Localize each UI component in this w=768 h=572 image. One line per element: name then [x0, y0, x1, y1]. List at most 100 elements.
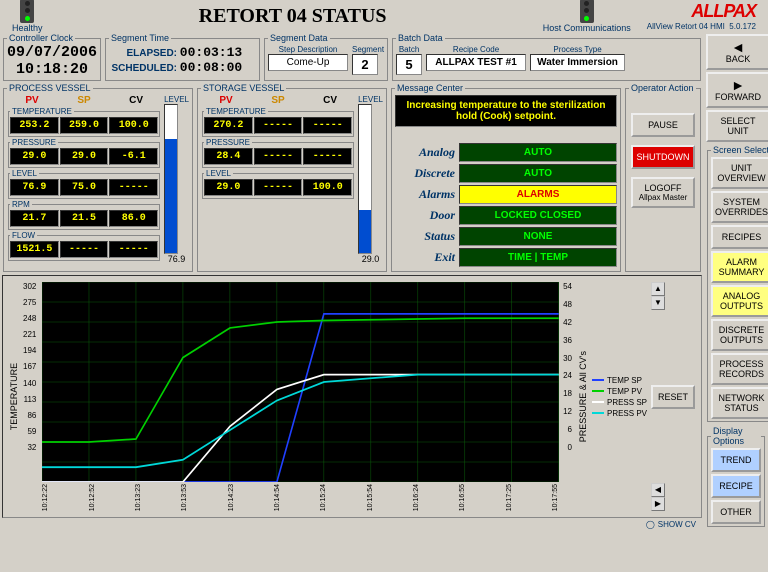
sp-cell: ----- — [254, 179, 303, 196]
scheduled-label: SCHEDULED: — [109, 63, 177, 74]
segtime-legend: Segment Time — [109, 33, 171, 43]
cv-header: CV — [111, 95, 161, 106]
status-value[interactable]: NONE — [459, 227, 617, 246]
status-value[interactable]: LOCKED CLOSED — [459, 206, 617, 225]
back-arrow-icon: ◄ — [731, 40, 745, 54]
chart-left-button[interactable]: ◀ — [651, 483, 665, 497]
recipe-label: Recipe Code — [426, 45, 526, 54]
reset-button[interactable]: RESET — [651, 385, 695, 409]
display-legend: Display Options — [711, 426, 761, 446]
segdata-legend: Segment Data — [268, 33, 330, 43]
hostcomm-indicator — [580, 0, 594, 23]
pv-cell: 21.7 — [10, 210, 59, 227]
screen-process-records[interactable]: PROCESS RECORDS — [711, 353, 768, 385]
sp-cell: 21.5 — [60, 210, 109, 227]
ylabel-right: PRESSURE & All CV's — [578, 282, 588, 511]
status-label: Alarms — [395, 187, 455, 202]
pv-cell: 270.2 — [204, 117, 253, 134]
pv-cell: 28.4 — [204, 148, 253, 165]
status-value[interactable]: ALARMS — [459, 185, 617, 204]
pause-button[interactable]: PAUSE — [631, 113, 695, 137]
cv-cell: ----- — [109, 179, 158, 196]
show-cv-radio[interactable]: ◯ — [646, 520, 655, 529]
msgcenter-legend: Message Center — [395, 83, 465, 93]
status-label: Analog — [395, 145, 455, 160]
show-cv-label: SHOW CV — [658, 520, 696, 529]
chart-right-button[interactable]: ▶ — [651, 497, 665, 511]
screen-discrete-outputs[interactable]: DISCRETE OUTPUTS — [711, 319, 768, 351]
segment-value: 2 — [352, 54, 378, 75]
elapsed-label: ELAPSED: — [109, 48, 177, 59]
segment-label: Segment — [352, 45, 384, 54]
logo: ALLPAX — [691, 1, 756, 22]
logoff-button[interactable]: LOGOFFAllpax Master — [631, 177, 695, 208]
recipe-value: ALLPAX TEST #1 — [426, 54, 526, 71]
scheduled-value: 00:08:00 — [180, 60, 242, 75]
clock-time: 10:18:20 — [7, 62, 97, 79]
ptype-value: Water Immersion — [530, 54, 625, 71]
batch-value: 5 — [396, 54, 422, 75]
sp-cell: 259.0 — [60, 117, 109, 134]
status-label: Status — [395, 229, 455, 244]
batch-label: Batch — [396, 45, 422, 54]
legend-item: PRESS PV — [592, 409, 647, 418]
status-value[interactable]: AUTO — [459, 143, 617, 162]
pv-cell: 29.0 — [10, 148, 59, 165]
svessel-level-bar — [358, 104, 372, 254]
pvessel-legend: PROCESS VESSEL — [7, 83, 93, 93]
sp-cell: ----- — [60, 241, 109, 258]
screen-unit-overview[interactable]: UNIT OVERVIEW — [711, 157, 768, 189]
product-label: AllView Retort 04 HMI — [647, 22, 725, 31]
sp-cell: 29.0 — [60, 148, 109, 165]
screen-network-status[interactable]: NETWORK STATUS — [711, 387, 768, 419]
select-unit-button[interactable]: SELECT UNIT — [706, 110, 768, 142]
pvessel-level-bar — [164, 104, 178, 254]
status-value[interactable]: AUTO — [459, 164, 617, 183]
back-button[interactable]: ◄BACK — [706, 34, 768, 70]
forward-arrow-icon: ► — [731, 78, 745, 92]
sp-header: SP — [59, 95, 109, 106]
shutdown-button[interactable]: SHUTDOWN — [631, 145, 695, 169]
screens-legend: Screen Select — [711, 145, 768, 155]
pvessel-level-val: 76.9 — [164, 254, 189, 264]
status-label: Door — [395, 208, 455, 223]
step-value: Come-Up — [268, 54, 348, 71]
screen-analog-outputs[interactable]: ANALOG OUTPUTS — [711, 285, 768, 317]
status-label: Exit — [395, 250, 455, 265]
cv-cell: 86.0 — [109, 210, 158, 227]
elapsed-value: 00:03:13 — [180, 45, 242, 60]
pv-cell: 1521.5 — [10, 241, 59, 258]
screen-recipes[interactable]: RECIPES — [711, 225, 768, 249]
sv-pv-header: PV — [201, 95, 251, 106]
display-other[interactable]: OTHER — [711, 500, 761, 524]
step-label: Step Description — [268, 45, 348, 54]
pv-header: PV — [7, 95, 57, 106]
status-label: Discrete — [395, 166, 455, 181]
sv-sp-header: SP — [253, 95, 303, 106]
status-value[interactable]: TIME | TEMP — [459, 248, 617, 267]
sp-cell: ----- — [254, 148, 303, 165]
batchdata-legend: Batch Data — [396, 33, 445, 43]
pv-cell: 29.0 — [204, 179, 253, 196]
display-recipe[interactable]: RECIPE — [711, 474, 761, 498]
pv-cell: 253.2 — [10, 117, 59, 134]
screen-alarm-summary[interactable]: ALARM SUMMARY — [711, 251, 768, 283]
legend-item: TEMP PV — [592, 387, 647, 396]
ylabel-left: TEMPERATURE — [9, 282, 19, 511]
legend-item: TEMP SP — [592, 376, 647, 385]
cv-cell: -6.1 — [109, 148, 158, 165]
chart-down-button[interactable]: ▼ — [651, 296, 665, 310]
sp-cell: ----- — [254, 117, 303, 134]
clock-date: 09/07/2006 — [7, 45, 97, 62]
svessel-legend: STORAGE VESSEL — [201, 83, 286, 93]
opaction-legend: Operator Action — [629, 83, 696, 93]
clock-legend: Controller Clock — [7, 33, 75, 43]
forward-button[interactable]: ►FORWARD — [706, 72, 768, 108]
pvessel-level-lbl: LEVEL — [164, 95, 189, 104]
pv-cell: 76.9 — [10, 179, 59, 196]
cv-cell: 100.0 — [303, 179, 352, 196]
screen-system-overrides[interactable]: SYSTEM OVERRIDES — [711, 191, 768, 223]
message-text: Increasing temperature to the sterilizat… — [395, 95, 617, 127]
display-trend[interactable]: TREND — [711, 448, 761, 472]
chart-up-button[interactable]: ▲ — [651, 282, 665, 296]
